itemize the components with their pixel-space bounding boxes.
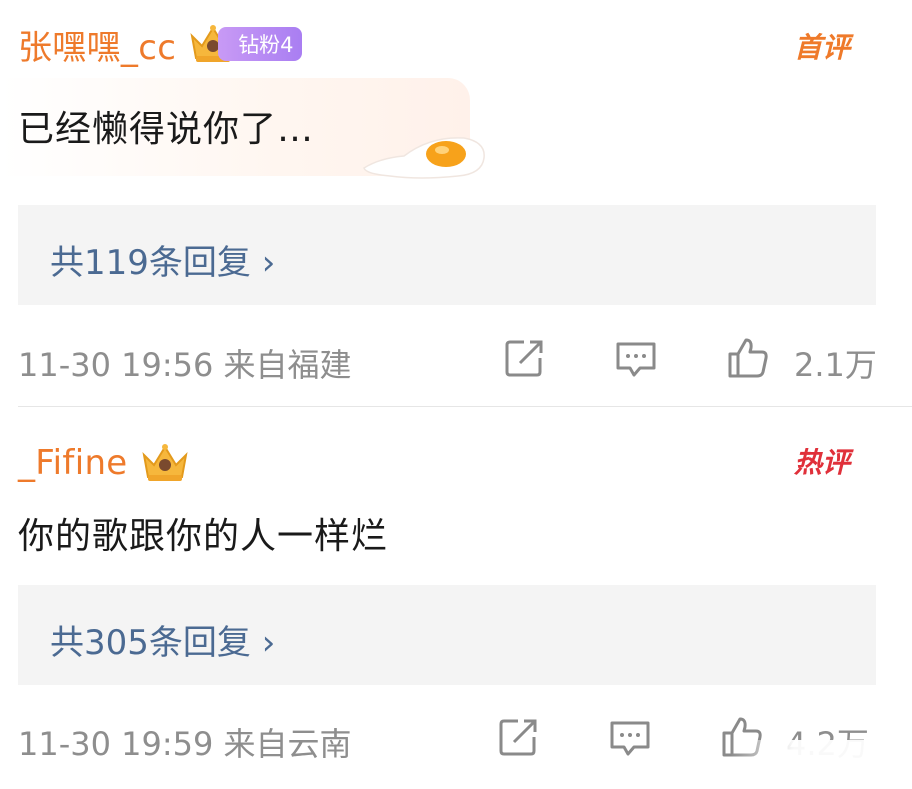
comment-time-location: 11-30 19:56 来自福建 [18,346,352,384]
like-icon[interactable] [726,336,770,380]
comment-time-location: 11-30 19:59 来自云南 [18,725,352,763]
hot-comment-tag: 热评 [794,446,851,479]
first-comment-tag: 首评 [794,31,851,64]
username[interactable]: _Fifine [18,443,128,483]
fan-level-badge[interactable]: 钻粉4 [218,27,302,61]
comment-header: 张嘿嘿_cc 钻粉4 [18,18,302,70]
username[interactable]: 张嘿嘿_cc [18,20,176,69]
comment-text: 你的歌跟你的人一样烂 [18,516,389,557]
egg-sticker [363,137,485,179]
comment-text: 已经懒得说你了… [18,109,315,150]
replies-link[interactable]: 共119条回复 › [18,205,876,305]
comment-icon[interactable] [614,336,658,380]
replies-link[interactable]: 共305条回复 › [18,585,876,685]
comment-footer: 11-30 19:56 来自福建 2.1万 [18,328,912,388]
share-icon[interactable] [502,336,546,380]
comment-item-1: 张嘿嘿_cc 钻粉4 首评 已经懒得说你了… 共119条回复 › 11-30 1… [0,0,912,406]
comment-header: _Fifine [18,437,192,489]
comment-icon[interactable] [608,715,652,759]
crown-icon [141,444,188,481]
comment-item-2: _Fifine 热评 你的歌跟你的人一样烂 共305条回复 › 11-30 19… [0,407,912,789]
watermark-fade [730,740,912,789]
like-count: 2.1万 [794,346,877,384]
share-icon[interactable] [496,715,540,759]
